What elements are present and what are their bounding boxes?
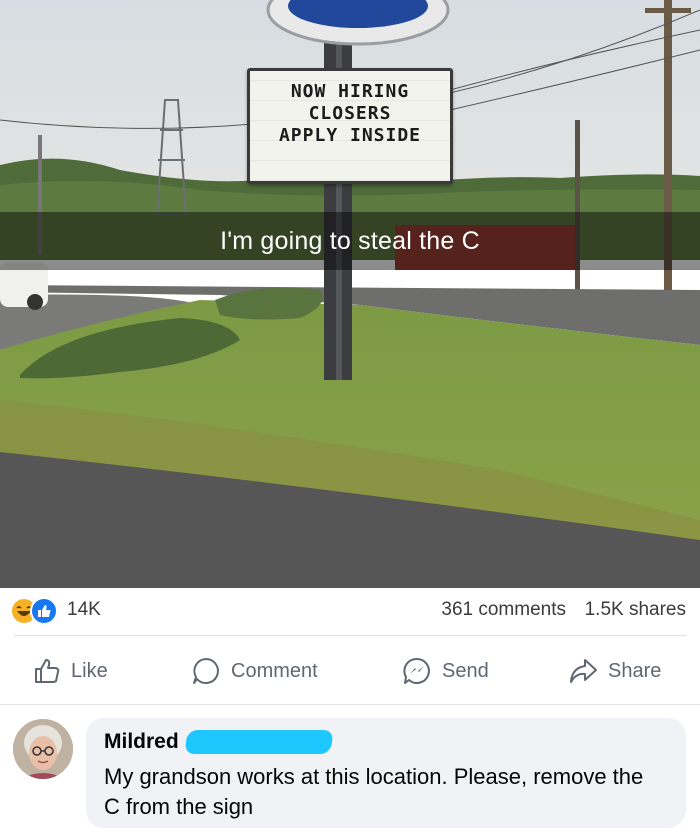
snap-caption-bar: I'm going to steal the C <box>0 212 700 270</box>
divider <box>14 635 686 636</box>
sign-line-2: CLOSERS <box>308 103 392 124</box>
shares-count[interactable]: 1.5K shares <box>585 599 686 621</box>
comment-icon <box>193 658 219 684</box>
comments-count[interactable]: 361 comments <box>441 599 566 621</box>
comment-label: Comment <box>231 659 318 682</box>
comment-item: Mildred My grandson works at this locati… <box>0 716 700 828</box>
thumbs-up-icon <box>35 659 60 683</box>
post-photo[interactable]: NOW HIRING CLOSERS APPLY INSIDE I'm goin… <box>0 0 700 588</box>
messenger-icon <box>403 657 430 684</box>
divider <box>0 704 700 705</box>
comment-button[interactable]: Comment <box>191 648 318 694</box>
share-button[interactable]: Share <box>568 648 661 694</box>
sign-line-1: NOW HIRING <box>290 81 410 102</box>
like-label: Like <box>71 659 108 682</box>
comment-text: My grandson works at this location. Plea… <box>104 764 644 819</box>
sign-line-3: APPLY INSIDE <box>278 125 422 146</box>
send-label: Send <box>442 659 489 682</box>
hiring-sign: NOW HIRING CLOSERS APPLY INSIDE <box>247 68 453 184</box>
post-actions: Like Comment Send Share <box>0 648 700 694</box>
reaction-icons[interactable] <box>10 597 62 625</box>
comment-author[interactable]: Mildred <box>104 730 179 754</box>
share-arrow-icon <box>570 659 597 683</box>
avatar[interactable] <box>13 719 73 779</box>
send-button[interactable]: Send <box>402 648 489 694</box>
name-redaction <box>184 730 334 754</box>
reactions-summary: 14K 361 comments 1.5K shares <box>0 588 700 634</box>
comment-bubble: Mildred My grandson works at this locati… <box>86 718 686 828</box>
share-label: Share <box>608 659 662 682</box>
like-reaction-icon <box>30 597 58 625</box>
snap-caption: I'm going to steal the C <box>220 226 480 255</box>
like-button[interactable]: Like <box>33 648 108 694</box>
reaction-count[interactable]: 14K <box>67 599 101 621</box>
